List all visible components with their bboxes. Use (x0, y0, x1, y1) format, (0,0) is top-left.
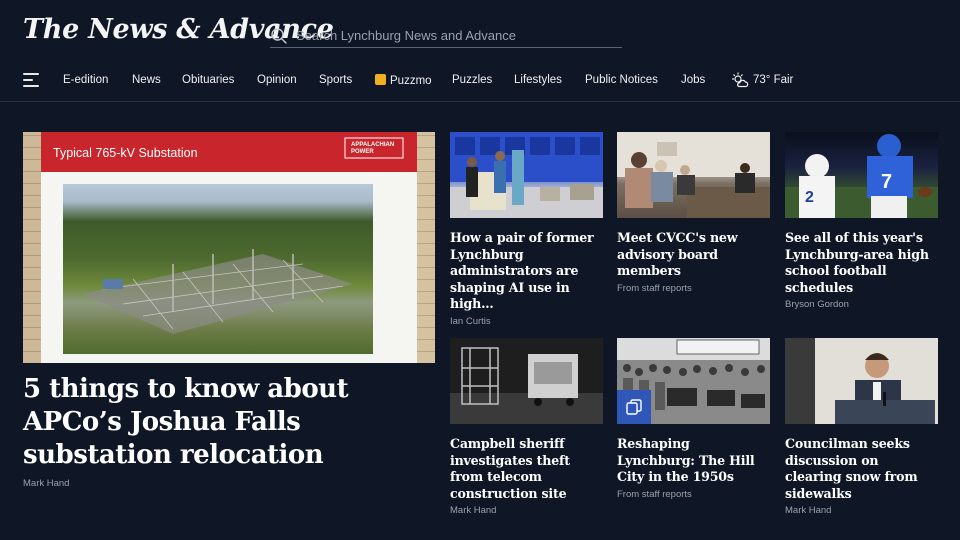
story-headline[interactable]: See all of this year's Lynchburg-area hi… (785, 230, 938, 296)
weather-widget[interactable]: 73° Fair (731, 72, 793, 88)
masthead: The News & Advance (0, 0, 960, 64)
hamburger-menu-icon[interactable] (23, 73, 39, 87)
puzzmo-icon (375, 74, 386, 85)
story-headline[interactable]: How a pair of former Lynchburg administr… (450, 230, 603, 313)
nav-item-news[interactable]: News (132, 74, 161, 86)
nav-item-lifestyles[interactable]: Lifestyles (514, 74, 562, 86)
story-card[interactable]: Reshaping Lynchburg: The Hill City in th… (617, 338, 770, 500)
story-byline[interactable]: Mark Hand (785, 505, 938, 516)
lead-byline[interactable]: Mark Hand (23, 478, 69, 489)
story-card[interactable]: Meet CVCC's new advisory board members F… (617, 132, 770, 294)
story-thumbnail[interactable] (450, 338, 603, 424)
photo-gallery-icon[interactable] (617, 390, 651, 424)
story-thumbnail[interactable] (617, 132, 770, 218)
nav-item-opinion[interactable]: Opinion (257, 74, 297, 86)
story-byline[interactable]: From staff reports (617, 283, 770, 294)
story-headline[interactable]: Meet CVCC's new advisory board members (617, 230, 770, 280)
nav-item-puzzmo-label: Puzzmo (390, 75, 432, 87)
svg-text:POWER: POWER (351, 149, 374, 155)
svg-text:2: 2 (805, 189, 814, 206)
story-card[interactable]: Campbell sheriff investigates theft from… (450, 338, 603, 516)
search-icon[interactable] (270, 27, 288, 45)
story-card[interactable]: How a pair of former Lynchburg administr… (450, 132, 603, 327)
story-card[interactable]: 2 7 See all of this year's Lynchburg-are… (785, 132, 938, 310)
nav-item-puzzles[interactable]: Puzzles (452, 74, 492, 86)
story-card[interactable]: Councilman seeks discussion on clearing … (785, 338, 938, 516)
svg-text:7: 7 (881, 171, 892, 193)
story-byline[interactable]: Mark Hand (450, 505, 603, 516)
nav-item-obituaries[interactable]: Obituaries (182, 74, 234, 86)
partly-cloudy-icon (732, 72, 749, 88)
nav-item-sports[interactable]: Sports (319, 74, 352, 86)
main-nav: E-edition News Obituaries Opinion Sports… (0, 64, 960, 102)
weather-text: 73° Fair (753, 74, 794, 86)
story-thumbnail[interactable] (450, 132, 603, 218)
nav-item-jobs[interactable]: Jobs (681, 74, 705, 86)
nav-item-e-edition[interactable]: E-edition (63, 74, 108, 86)
search-bar[interactable] (270, 24, 622, 48)
story-byline[interactable]: From staff reports (617, 489, 770, 500)
nav-item-puzzmo[interactable]: Puzzmo (375, 74, 432, 87)
svg-text:APPALACHIAN: APPALACHIAN (351, 142, 394, 148)
story-byline[interactable]: Bryson Gordon (785, 299, 938, 310)
story-headline[interactable]: Campbell sheriff investigates theft from… (450, 436, 603, 502)
brick-wall (23, 132, 41, 363)
story-thumbnail[interactable] (785, 338, 938, 424)
story-byline[interactable]: Ian Curtis (450, 316, 603, 327)
sign-header-text: Typical 765-kV Substation (53, 146, 198, 160)
lead-headline[interactable]: 5 things to know about APCo’s Joshua Fal… (23, 373, 423, 472)
story-headline[interactable]: Reshaping Lynchburg: The Hill City in th… (617, 436, 770, 486)
substation-aerial-photo (63, 184, 373, 354)
search-input[interactable] (296, 28, 616, 43)
story-headline[interactable]: Councilman seeks discussion on clearing … (785, 436, 938, 502)
appalachian-power-logo: APPALACHIAN POWER (343, 134, 413, 162)
lead-story-image[interactable]: Typical 765-kV Substation APPALACHIAN PO… (23, 132, 435, 363)
nav-item-public-notices[interactable]: Public Notices (585, 74, 658, 86)
brick-wall-right (417, 132, 435, 363)
story-thumbnail[interactable]: 2 7 (785, 132, 938, 218)
story-thumbnail[interactable] (617, 338, 770, 424)
